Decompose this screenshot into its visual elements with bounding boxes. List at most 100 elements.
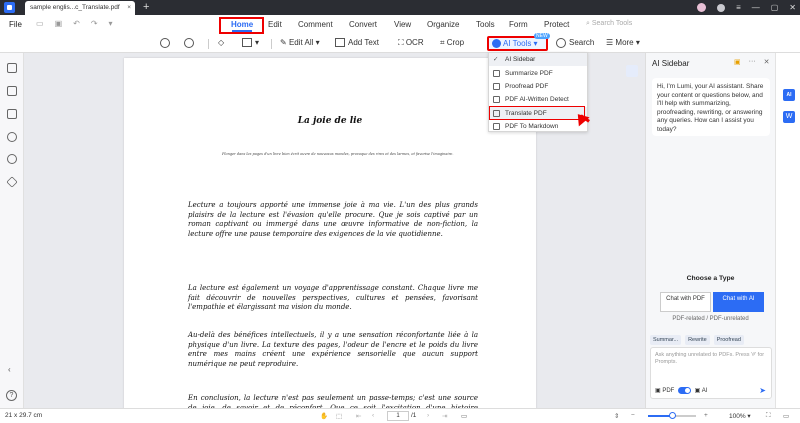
zoom-level[interactable]: 100% ▾	[729, 412, 751, 420]
ai-tools-icon	[492, 39, 501, 49]
chat-with-pdf-button[interactable]: Chat with PDF	[660, 292, 711, 312]
home-highlight-box	[219, 17, 264, 34]
send-icon[interactable]: ➤	[759, 386, 766, 395]
maximize-icon[interactable]: ▢	[771, 3, 779, 12]
account-icon[interactable]	[717, 3, 726, 12]
search-tools-field[interactable]: ⌕ Search Tools	[586, 20, 632, 28]
shape-tool-icon[interactable]: ▾	[242, 38, 259, 48]
document-subtitle: Plonger dans les pages d'un livre bien é…	[222, 152, 454, 156]
tab-form[interactable]: Form	[509, 20, 528, 29]
chip-rewrite[interactable]: Rewrite	[685, 335, 710, 345]
new-tab-button[interactable]: +	[143, 0, 149, 15]
more-button[interactable]: ☰ More ▾	[606, 38, 640, 47]
word-icon[interactable]: W	[783, 111, 795, 123]
left-sidebar: ‹ ?	[0, 53, 24, 408]
next-page-icon[interactable]: ›	[427, 412, 429, 419]
tab-convert[interactable]: Convert	[349, 20, 377, 29]
ai-assistant-icon[interactable]: AI	[783, 89, 795, 101]
document-tab[interactable]: sample englis...c_Translate.pdf ×	[25, 1, 135, 15]
add-text-button[interactable]: Add Text	[335, 38, 379, 48]
tab-tools[interactable]: Tools	[476, 20, 495, 29]
edit-all-button[interactable]: ✎ Edit All ▾	[280, 38, 320, 47]
tab-protect[interactable]: Protect	[544, 20, 569, 29]
menu-item-ai-sidebar[interactable]: ✓ AI Sidebar	[489, 53, 587, 66]
attachment-icon[interactable]	[7, 132, 17, 142]
tab-view[interactable]: View	[394, 20, 411, 29]
crop-button[interactable]: ⌗ Crop	[440, 38, 464, 48]
layers-icon[interactable]	[6, 176, 18, 188]
menu-item-ai-detect[interactable]: PDF AI-Written Detect	[489, 93, 587, 106]
more-label: More	[615, 38, 634, 47]
menu-item-label: PDF To Markdown	[505, 123, 559, 130]
chip-proofread[interactable]: Proofread	[713, 335, 744, 345]
zoom-in-status-icon[interactable]: +	[704, 412, 708, 419]
tab-comment[interactable]: Comment	[298, 20, 333, 29]
menu-icon[interactable]: ≡	[736, 3, 741, 12]
ocr-button[interactable]: ⛶ OCR	[398, 38, 424, 48]
first-page-icon[interactable]: ⇤	[356, 412, 361, 420]
pdf-option-label: PDF	[662, 388, 675, 395]
paragraph-1: Lecture a toujours apporté une immense j…	[188, 201, 478, 238]
zoom-slider-handle[interactable]	[669, 412, 676, 419]
menu-item-summarize[interactable]: Summarize PDF	[489, 67, 587, 80]
chip-summarize[interactable]: Summar...	[650, 335, 682, 345]
ai-sidebar-header-icons: ▣ ··· ✕	[734, 58, 770, 66]
minimize-icon[interactable]: —	[752, 3, 760, 12]
choose-type-heading: Choose a Type	[686, 275, 735, 282]
ai-tools-label: AI Tools	[503, 39, 532, 48]
page-number-input[interactable]: 1	[387, 411, 409, 421]
prompt-chips: Summar... Rewrite Proofread	[650, 335, 744, 345]
help-icon[interactable]: ?	[6, 390, 17, 401]
last-page-icon[interactable]: ⇥	[442, 412, 447, 420]
paragraph-3: Au-delà des bénéfices intellectuels, il …	[188, 331, 478, 368]
pdf-page[interactable]: La joie de lie Plonger dans les pages d'…	[124, 58, 536, 408]
bookmark-icon[interactable]	[7, 86, 17, 96]
pages-icon[interactable]	[7, 63, 17, 73]
search-button[interactable]: Search	[556, 38, 594, 48]
zoom-in-icon[interactable]	[184, 38, 197, 48]
select-tool-icon[interactable]: ⬚	[336, 412, 342, 420]
fullscreen-icon[interactable]: ⛶	[766, 412, 771, 420]
zoom-out-status-icon[interactable]: −	[631, 412, 635, 419]
translate-float-icon[interactable]	[626, 65, 638, 77]
collapse-icon[interactable]: ‹	[8, 365, 11, 374]
ai-input-options: ▣ PDF ▣ AI	[655, 387, 708, 395]
app-logo-icon	[4, 2, 15, 13]
document-title: La joie de lie	[297, 116, 363, 126]
prev-page-icon[interactable]: ‹	[372, 412, 374, 419]
zoom-out-icon[interactable]	[160, 38, 173, 48]
ai-sidebar-panel: AI Sidebar ▣ ··· ✕ Hi, I'm Lumi, your AI…	[645, 53, 775, 408]
chat-with-ai-button[interactable]: Chat with AI	[713, 292, 764, 312]
read-mode-icon[interactable]: ▭	[783, 412, 789, 420]
more-options-icon[interactable]: ···	[749, 58, 756, 66]
document-tab-label: sample englis...c_Translate.pdf	[30, 4, 120, 11]
summarize-icon	[493, 70, 500, 77]
status-bar: 21 x 29.7 cm ✋ ⬚ ⇤ ‹ 1 /1 › ⇥ ▭ ⇕ − + 10…	[0, 408, 800, 423]
add-text-label: Add Text	[348, 38, 379, 47]
menu-item-markdown[interactable]: PDF To Markdown	[489, 120, 587, 133]
tab-edit[interactable]: Edit	[268, 20, 282, 29]
crop-label: Crop	[446, 38, 465, 47]
highlight-tool-icon[interactable]: ◇	[218, 38, 224, 47]
ai-chat-input[interactable]: Ask anything unrelated to PDFs. Press '#…	[650, 347, 772, 399]
pdf-ai-toggle[interactable]	[678, 387, 692, 394]
tab-organize[interactable]: Organize	[427, 20, 459, 29]
fit-page-icon[interactable]: ⇕	[614, 412, 619, 420]
translate-highlight-box	[489, 106, 585, 120]
close-window-icon[interactable]: ✕	[789, 3, 796, 12]
close-sidebar-icon[interactable]: ✕	[764, 58, 770, 66]
page-total: /1	[411, 412, 417, 419]
right-tool-strip: AI W	[775, 53, 800, 408]
cart-icon[interactable]: ▣	[734, 58, 741, 66]
menu-item-label: AI Sidebar	[505, 56, 536, 63]
ai-input-placeholder: Ask anything unrelated to PDFs. Press '#…	[655, 352, 765, 365]
search-panel-icon[interactable]	[7, 154, 17, 164]
toolbar-divider	[208, 39, 209, 49]
close-tab-icon[interactable]: ×	[127, 1, 131, 15]
toolbar: ◇ ▾ ✎ Edit All ▾ Add Text ⛶ OCR ⌗ Crop S…	[0, 35, 800, 53]
menu-item-proofread[interactable]: Proofread PDF	[489, 80, 587, 93]
page-view-icon[interactable]: ▭	[461, 412, 467, 420]
user-avatar[interactable]	[697, 3, 707, 12]
comment-icon[interactable]	[7, 109, 17, 119]
hand-tool-icon[interactable]: ✋	[320, 412, 328, 420]
